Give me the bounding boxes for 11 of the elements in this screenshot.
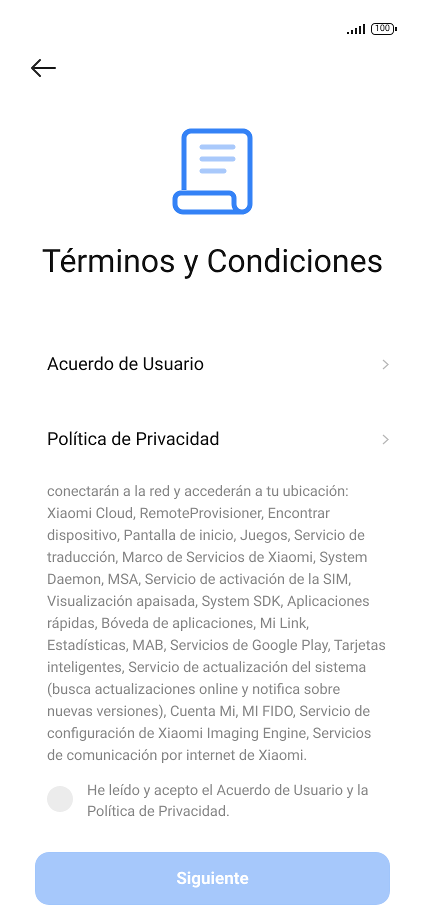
- agree-label: He leído y acepto el Acuerdo de Usuario y la Política de Privacidad.: [87, 781, 370, 822]
- chevron-right-icon: [382, 359, 389, 370]
- services-description: conectarán a la red y accederán a tu ubicación: Xiaomi Cloud, RemoteProvisioner, Encontrar dispositivo, Pantalla de inicio, Juegos, Servicio de traducción, Marco de Servicios de Xiaomi, System Daemon, MSA, Servicio de activación de la SIM, Visualización apaisada, System SDK, Aplicaciones rápidas, Bóveda de aplicaciones, Mi Link, Estadísticas, MAB, Servicios de Google Play, Tarjetas inteligentes, Servicio de actualización del sistema (busca actualizaciones online y notifica sobre nuevas versiones), Cuenta Mi, MI FIDO, Servicio de configuración de Xiaomi Imaging Engine, Servicios de comunicación por internet de Xiaomi.: [47, 482, 387, 766]
- back-arrow-icon[interactable]: [30, 58, 56, 78]
- page-title: Términos y Condiciones: [40, 242, 384, 280]
- battery-level: 100: [370, 23, 394, 35]
- terms-link[interactable]: Acuerdo de Usuario: [47, 354, 389, 375]
- signal-icon: [346, 24, 365, 34]
- chevron-right-icon: [382, 434, 389, 445]
- document-scroll-icon: [172, 128, 254, 216]
- terms-link[interactable]: Política de Privacidad: [47, 429, 389, 450]
